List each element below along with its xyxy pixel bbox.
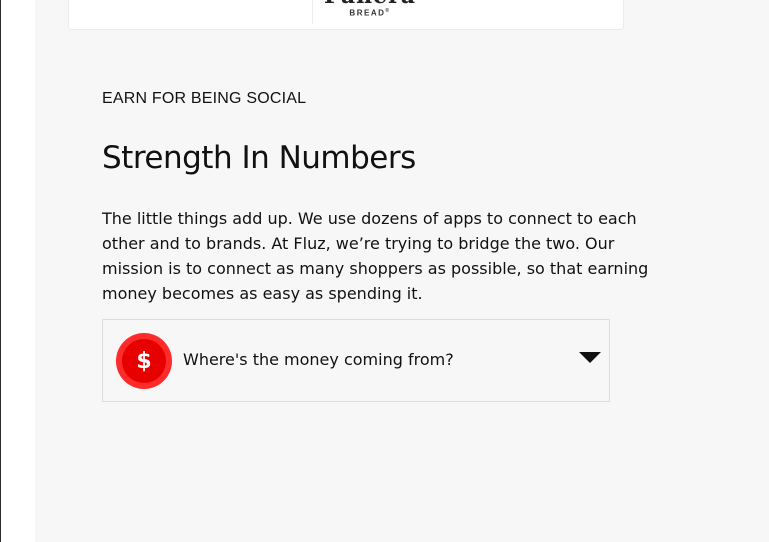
dollar-icon: $ [116,333,172,389]
section-description: The little things add up. We use dozens … [102,206,672,306]
panera-logo-subtext: BREAD® [349,8,391,18]
panera-bread-logo[interactable]: Panera BREAD® [300,0,440,30]
description-line: The little things add up. We use dozens … [102,209,637,228]
section-title: Strength In Numbers [102,140,416,176]
accordion-question-label: Where's the money coming from? [183,350,454,369]
caret-down-icon[interactable] [579,352,601,363]
section-eyebrow: EARN FOR BEING SOCIAL [102,90,307,107]
dollar-icon-glyph: $ [122,339,166,383]
window-left-border [0,0,1,542]
description-line: mission is to connect as many shoppers a… [102,259,649,278]
panera-logo-script: Panera [300,0,440,8]
page: Panera BREAD® EARN FOR BEING SOCIAL Stre… [0,0,769,542]
description-line: other and to brands. At Fluz, we’re tryi… [102,234,615,253]
faq-accordion-money-source[interactable]: $ Where's the money coming from? [102,319,610,402]
description-line: money becomes as easy as spending it. [102,284,423,303]
